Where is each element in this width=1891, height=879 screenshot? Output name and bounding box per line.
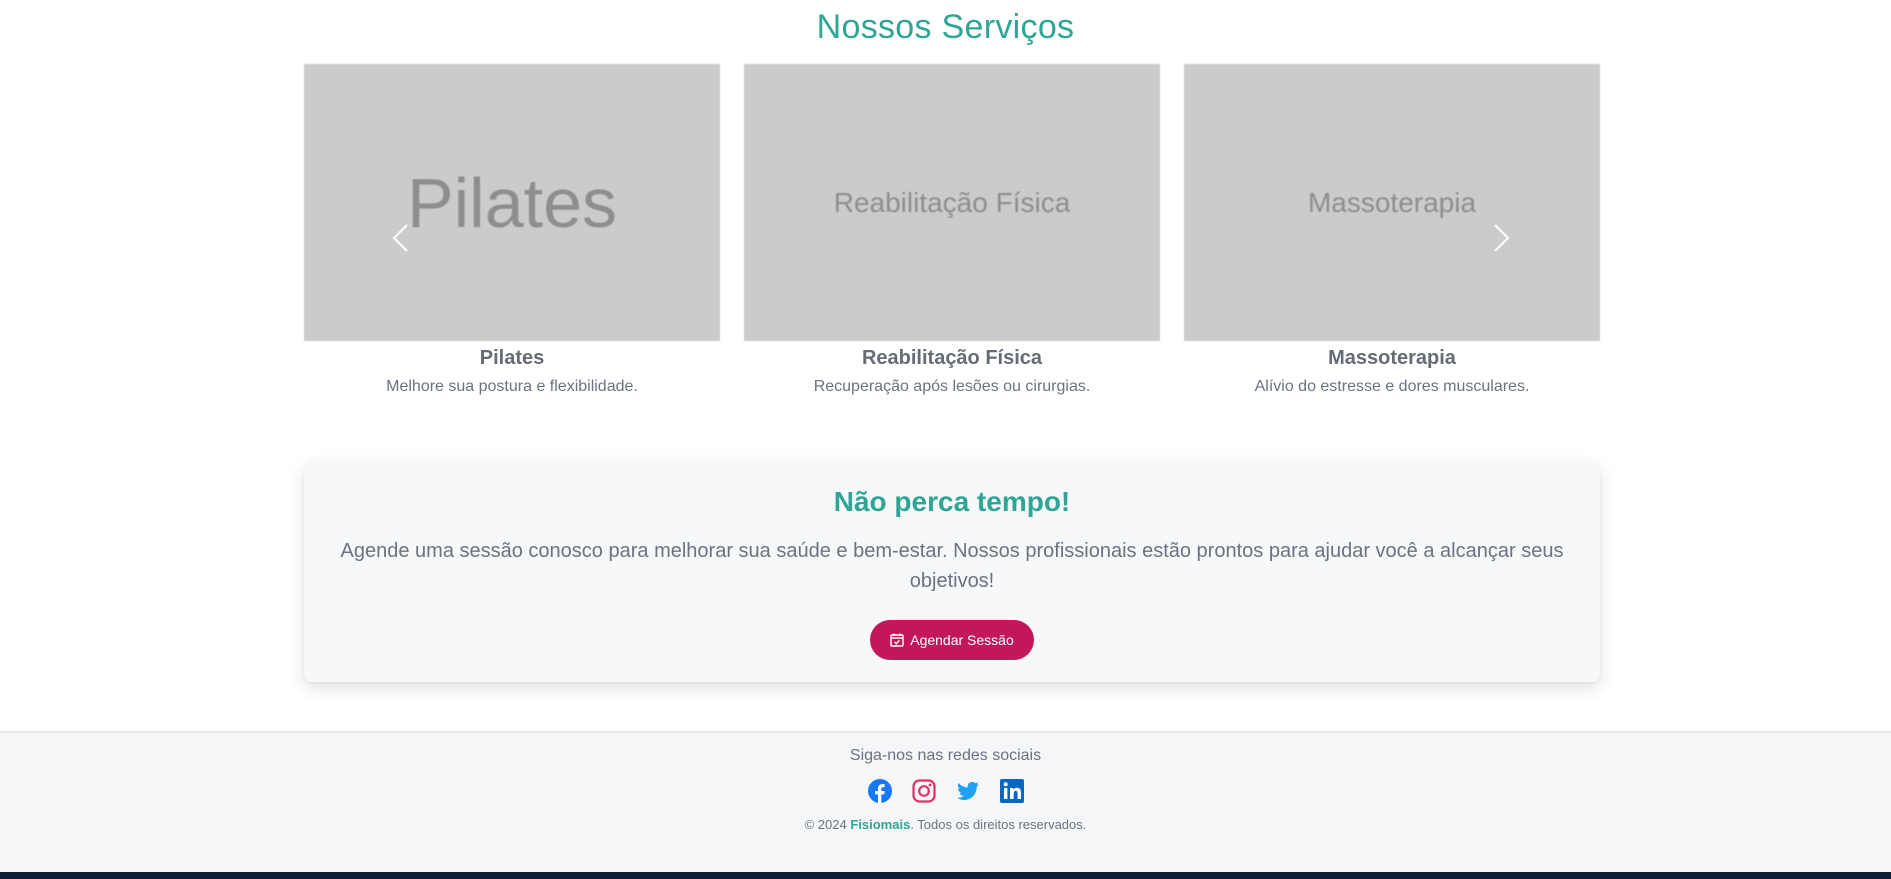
service-image: Reabilitação Física (744, 64, 1160, 341)
carousel-prev-button[interactable] (390, 222, 410, 254)
instagram-icon (911, 779, 936, 803)
calendar-check-icon (890, 633, 904, 647)
instagram-link[interactable] (911, 779, 936, 803)
service-title: Reabilitação Física (861, 347, 1043, 369)
social-links (0, 779, 1891, 803)
service-image-text: Reabilitação Física (833, 186, 1071, 218)
page: Nossos Serviços Pilates Pilates Melhore … (0, 0, 1891, 879)
linkedin-icon (999, 779, 1024, 803)
social-heading: Siga-nos nas redes sociais (849, 747, 1042, 764)
service-title: Pilates (479, 347, 545, 369)
service-description: Alívio do estresse e dores musculares. (1254, 378, 1530, 395)
cta-box: Não perca tempo! Agende uma sessão conos… (304, 462, 1600, 682)
service-image-text: Massoterapia (1307, 186, 1477, 218)
carousel-next-button[interactable] (1492, 222, 1512, 254)
service-image: Massoterapia (1184, 64, 1600, 341)
copyright-prefix: © 2024 (804, 817, 851, 832)
service-card: Pilates Pilates Melhore sua postura e fl… (304, 64, 720, 396)
service-card: Massoterapia Massoterapia Alívio do estr… (1184, 64, 1600, 396)
linkedin-link[interactable] (999, 779, 1024, 803)
bottom-bar (0, 872, 1891, 879)
copyright-suffix: . Todos os direitos reservados. (910, 817, 1087, 832)
copyright: © 2024 Fisiomais. Todos os direitos rese… (0, 817, 1891, 832)
service-description: Melhore sua postura e flexibilidade. (386, 378, 638, 395)
brand-name: Fisiomais (850, 817, 911, 832)
twitter-icon (956, 781, 979, 800)
chevron-left-icon (392, 224, 408, 252)
services-carousel: Pilates Pilates Melhore sua postura e fl… (304, 64, 1600, 414)
twitter-link[interactable] (956, 779, 980, 803)
facebook-icon (867, 779, 892, 803)
service-image: Pilates (304, 64, 720, 341)
service-image-text: Pilates (406, 163, 618, 242)
service-description: Recuperação após lesões ou cirurgias. (813, 378, 1091, 395)
cta-title: Não perca tempo! (833, 486, 1071, 517)
services-title: Nossos Serviços (816, 8, 1075, 46)
cta-text: Agende uma sessão conosco para melhorar … (340, 540, 1564, 592)
chevron-right-icon (1494, 224, 1510, 252)
facebook-link[interactable] (867, 779, 892, 803)
footer: Siga-nos nas redes sociais © 2024 Fisiom… (0, 731, 1891, 872)
schedule-session-button[interactable]: Agendar Sessão (870, 620, 1034, 660)
schedule-session-label: Agendar Sessão (910, 632, 1014, 648)
service-card: Reabilitação Física Reabilitação Física … (744, 64, 1160, 396)
service-title: Massoterapia (1328, 347, 1456, 369)
